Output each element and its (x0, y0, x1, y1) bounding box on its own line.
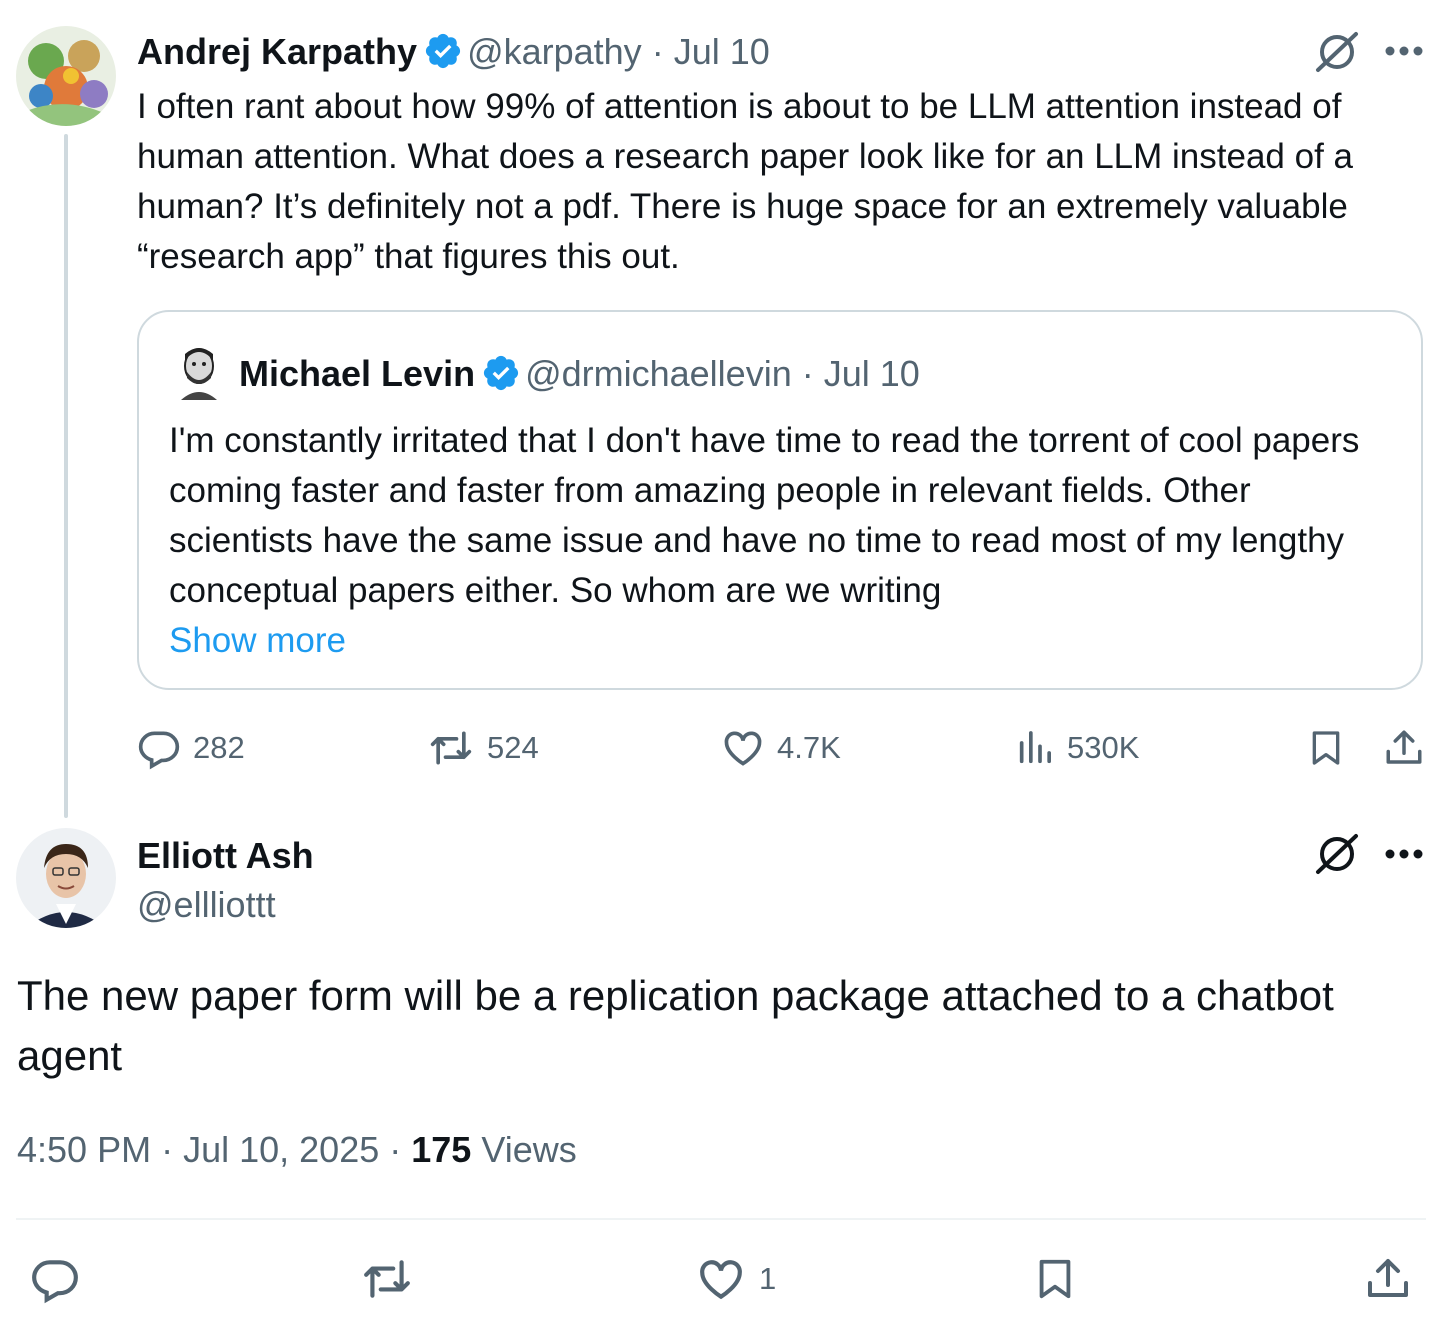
views-button[interactable]: 530K (1015, 726, 1139, 770)
quoted-tweet[interactable]: Michael Levin @drmichaellevin · Jul 10 I'… (137, 310, 1423, 690)
reply-icon (32, 1260, 78, 1304)
views-count: 530K (1067, 730, 1140, 765)
more-options-icon[interactable] (1384, 44, 1424, 62)
reply-button[interactable] (30, 1254, 80, 1304)
heart-icon (700, 1260, 742, 1300)
quoted-tweet-date: Jul 10 (823, 353, 920, 394)
divider (16, 1218, 1426, 1220)
like-button[interactable]: 4.7K (721, 726, 841, 770)
reply-time[interactable]: 4:50 PM (17, 1129, 151, 1170)
like-count: 1 (759, 1261, 777, 1296)
more-options-icon[interactable] (1384, 847, 1424, 865)
author-name[interactable]: Andrej Karpathy (137, 31, 417, 72)
karpathy-avatar[interactable] (16, 26, 116, 126)
share-icon (1386, 730, 1422, 764)
separator-dot: · (641, 31, 674, 72)
reply-author-name[interactable]: Elliott Ash (137, 832, 314, 880)
ash-avatar[interactable] (16, 828, 116, 928)
share-icon (1368, 1259, 1408, 1297)
grok-icon[interactable] (1314, 30, 1360, 79)
like-button[interactable]: 1 (695, 1254, 776, 1304)
show-more-link[interactable]: Show more (169, 616, 346, 666)
share-button[interactable] (1364, 1254, 1412, 1304)
reply-icon (138, 731, 180, 770)
bookmark-button[interactable] (1032, 1254, 1078, 1304)
levin-avatar[interactable] (175, 344, 223, 400)
reply-count: 282 (193, 730, 245, 765)
thread-connector-line (64, 134, 68, 818)
tweet-date[interactable]: Jul 10 (674, 31, 770, 72)
author-handle[interactable]: @karpathy (467, 31, 642, 72)
quoted-author-name[interactable]: Michael Levin (239, 353, 475, 394)
reply-author-handle[interactable]: @ellliottt (137, 881, 276, 929)
tweet-text: I often rant about how 99% of attention … (137, 87, 1353, 276)
quoted-tweet-header: Michael Levin @drmichaellevin · Jul 10 (239, 350, 920, 398)
reply-metadata: 4:50 PM · Jul 10, 2025 · 175 Views (17, 1126, 577, 1174)
grok-icon[interactable] (1314, 832, 1360, 881)
separator-dot: · (791, 353, 824, 394)
bookmark-button[interactable] (1306, 726, 1346, 770)
heart-icon (724, 731, 762, 766)
reply-date[interactable]: Jul 10, 2025 (183, 1129, 379, 1170)
repost-icon (364, 1260, 410, 1298)
verified-badge-icon (483, 355, 519, 391)
quoted-tweet-text: I'm constantly irritated that I don't ha… (169, 421, 1360, 610)
separator-dot: · (379, 1129, 412, 1170)
reply-tweet-text: The new paper form will be a replication… (17, 972, 1334, 1079)
bookmark-icon (1039, 1259, 1071, 1299)
reply-views-label: Views (481, 1129, 577, 1170)
separator-dot: · (151, 1129, 184, 1170)
quoted-author-handle: @drmichaellevin (525, 353, 792, 394)
reply-views-count: 175 (411, 1129, 472, 1170)
repost-button[interactable]: 524 (427, 726, 539, 770)
analytics-icon (1019, 731, 1051, 764)
repost-button[interactable] (360, 1254, 414, 1304)
reply-button[interactable]: 282 (137, 726, 245, 770)
repost-icon (430, 731, 472, 765)
like-count: 4.7K (777, 730, 841, 765)
share-button[interactable] (1383, 726, 1425, 770)
bookmark-icon (1312, 731, 1340, 765)
parent-tweet-header: Andrej Karpathy @karpathy · Jul 10 (137, 28, 770, 76)
verified-badge-icon (425, 33, 461, 69)
repost-count: 524 (487, 730, 539, 765)
